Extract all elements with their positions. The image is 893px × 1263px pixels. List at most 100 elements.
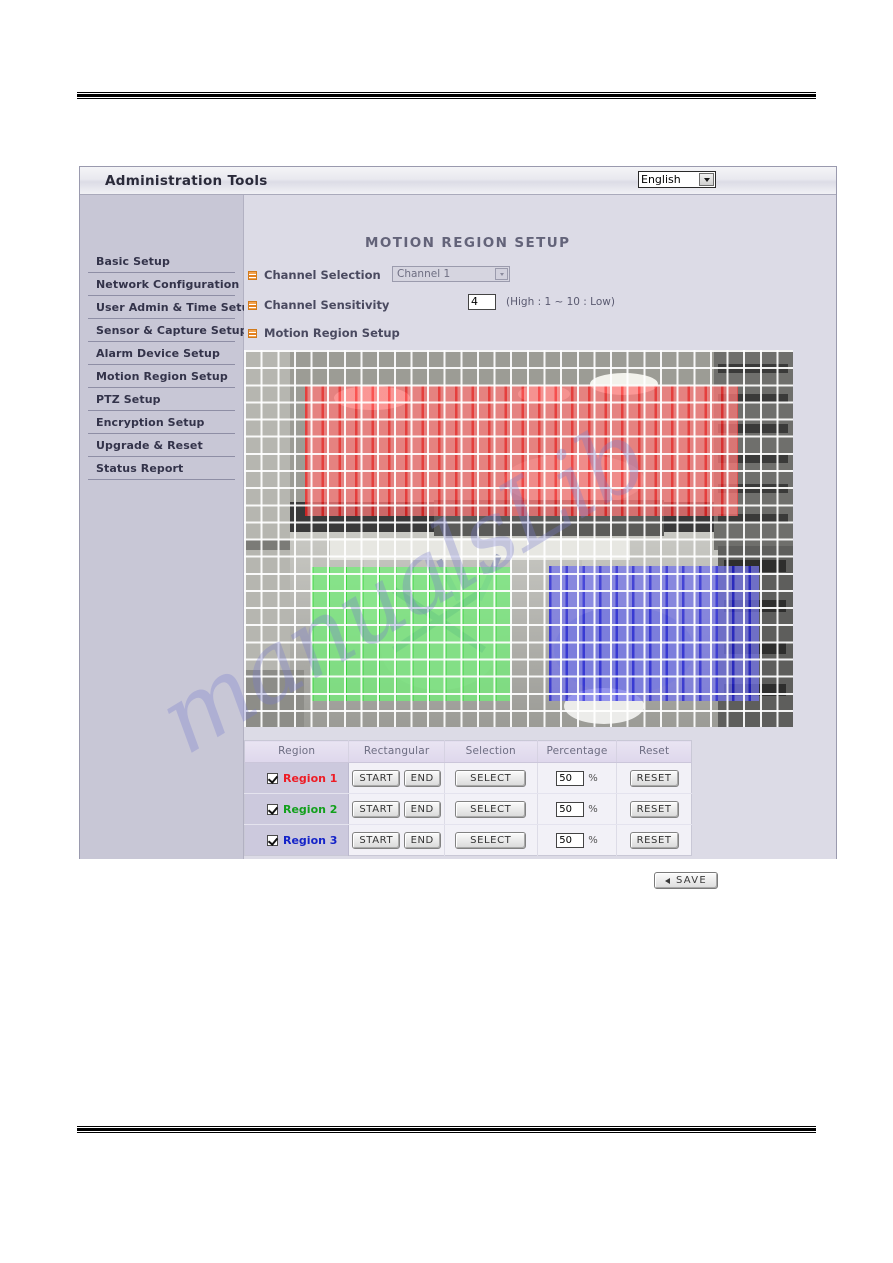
- region-enable-checkbox[interactable]: [267, 803, 278, 815]
- end-button[interactable]: END: [403, 800, 441, 818]
- selection-cell: SELECT: [444, 793, 538, 825]
- field-label: Channel Sensitivity: [264, 298, 390, 312]
- channel-select[interactable]: Channel 1: [392, 266, 510, 282]
- percentage-input[interactable]: 50: [556, 801, 585, 817]
- chevron-down-icon[interactable]: [699, 173, 714, 186]
- end-button[interactable]: END: [403, 769, 441, 787]
- select-button[interactable]: SELECT: [455, 769, 527, 787]
- column-header-rectangular: Rectangular: [348, 740, 445, 763]
- arrow-left-icon: [664, 877, 670, 884]
- field-label: Channel Selection: [264, 268, 381, 282]
- table-header-row: Region Rectangular Selection Percentage …: [244, 740, 692, 763]
- reset-button[interactable]: RESET: [629, 831, 679, 849]
- sidebar-item-upgrade-reset[interactable]: Upgrade & Reset: [88, 434, 235, 457]
- chevron-down-icon[interactable]: [495, 268, 508, 280]
- sidebar: Basic Setup Network Configuration User A…: [80, 195, 257, 859]
- sidebar-item-label: PTZ Setup: [96, 393, 161, 406]
- sidebar-item-label: Basic Setup: [96, 255, 170, 268]
- sidebar-item-label: Motion Region Setup: [96, 370, 228, 383]
- sidebar-item-ptz-setup[interactable]: PTZ Setup: [88, 388, 235, 411]
- sidebar-item-basic-setup[interactable]: Basic Setup: [88, 250, 235, 273]
- column-header-selection: Selection: [444, 740, 538, 763]
- column-header-percentage: Percentage: [537, 740, 618, 763]
- selection-cell: SELECT: [444, 762, 538, 794]
- field-motion-region-setup: Motion Region Setup: [248, 326, 400, 340]
- region-enable-checkbox[interactable]: [267, 772, 278, 784]
- page-title: MOTION REGION SETUP: [365, 235, 571, 251]
- sidebar-item-label: Alarm Device Setup: [96, 347, 220, 360]
- sensitivity-input[interactable]: 4: [468, 294, 496, 310]
- table-row: Region 3 START END SELECT 50% RESET: [244, 824, 692, 856]
- reset-cell: RESET: [616, 824, 692, 856]
- administration-tools-window: Administration Tools English Basic Setup…: [79, 166, 837, 889]
- sidebar-item-label: Encryption Setup: [96, 416, 205, 429]
- sidebar-item-label: Network Configuration: [96, 278, 240, 291]
- percentage-input[interactable]: 50: [556, 770, 585, 786]
- percent-sign: %: [588, 772, 598, 784]
- region-label: Region 2: [283, 802, 338, 816]
- sidebar-item-encryption-setup[interactable]: Encryption Setup: [88, 411, 235, 434]
- region-table: Region Rectangular Selection Percentage …: [244, 740, 692, 856]
- channel-select-value: Channel 1: [397, 268, 451, 280]
- region-label: Region 1: [283, 771, 338, 785]
- rectangular-cell: START END: [348, 793, 445, 825]
- percentage-cell: 50%: [537, 824, 618, 856]
- field-label: Motion Region Setup: [264, 326, 400, 340]
- rectangular-cell: START END: [348, 762, 445, 794]
- region-cell: Region 1: [244, 762, 350, 794]
- percentage-cell: 50%: [537, 793, 618, 825]
- sidebar-item-label: Upgrade & Reset: [96, 439, 203, 452]
- sidebar-item-label: Status Report: [96, 462, 184, 475]
- percentage-cell: 50%: [537, 762, 618, 794]
- start-button[interactable]: START: [352, 769, 401, 787]
- bullet-icon: [248, 328, 257, 338]
- region-enable-checkbox[interactable]: [267, 834, 278, 846]
- sidebar-item-alarm-device-setup[interactable]: Alarm Device Setup: [88, 342, 235, 365]
- reset-cell: RESET: [616, 762, 692, 794]
- field-channel-sensitivity: Channel Sensitivity: [248, 298, 389, 312]
- start-button[interactable]: START: [352, 831, 401, 849]
- table-row: Region 1 START END SELECT 50% RESET: [244, 762, 692, 794]
- region-label: Region 3: [283, 833, 338, 847]
- bullet-icon: [248, 300, 257, 310]
- percent-sign: %: [588, 803, 598, 815]
- end-button[interactable]: END: [403, 831, 441, 849]
- sidebar-item-label: User Admin & Time Setup: [96, 301, 258, 314]
- app-title: Administration Tools: [105, 173, 268, 189]
- bullet-icon: [248, 270, 257, 280]
- region-cell: Region 3: [244, 824, 350, 856]
- grid-overlay[interactable]: [244, 350, 793, 727]
- motion-region-grid[interactable]: [244, 350, 793, 727]
- reset-button[interactable]: RESET: [629, 800, 679, 818]
- sidebar-item-status-report[interactable]: Status Report: [88, 457, 235, 480]
- region-cell: Region 2: [244, 793, 350, 825]
- save-button-label: SAVE: [675, 875, 708, 886]
- language-select[interactable]: English: [638, 171, 716, 188]
- page-bottom-rule: [77, 1126, 816, 1133]
- sidebar-item-user-admin-time-setup[interactable]: User Admin & Time Setup: [88, 296, 257, 319]
- selection-cell: SELECT: [444, 824, 538, 856]
- sensitivity-hint: (High : 1 ~ 10 : Low): [506, 296, 615, 308]
- table-row: Region 2 START END SELECT 50% RESET: [244, 793, 692, 825]
- window-body: Basic Setup Network Configuration User A…: [80, 195, 836, 889]
- save-button[interactable]: SAVE: [654, 872, 718, 889]
- percentage-input[interactable]: 50: [556, 832, 585, 848]
- column-header-region: Region: [244, 740, 350, 763]
- select-button[interactable]: SELECT: [455, 800, 527, 818]
- reset-button[interactable]: RESET: [629, 769, 679, 787]
- sidebar-item-motion-region-setup[interactable]: Motion Region Setup: [88, 365, 235, 388]
- content-pane: MOTION REGION SETUP Channel Selection Ch…: [244, 195, 836, 889]
- field-channel-selection: Channel Selection: [248, 268, 381, 282]
- select-button[interactable]: SELECT: [455, 831, 527, 849]
- column-header-reset: Reset: [616, 740, 692, 763]
- window-title-bar: Administration Tools English: [80, 167, 836, 195]
- sidebar-item-sensor-capture-setup[interactable]: Sensor & Capture Setup: [88, 319, 248, 342]
- start-button[interactable]: START: [352, 800, 401, 818]
- sidebar-item-network-configuration[interactable]: Network Configuration: [88, 273, 239, 296]
- reset-cell: RESET: [616, 793, 692, 825]
- language-select-value: English: [641, 173, 681, 186]
- page-top-rule: [77, 92, 816, 99]
- percent-sign: %: [588, 834, 598, 846]
- rectangular-cell: START END: [348, 824, 445, 856]
- sidebar-item-label: Sensor & Capture Setup: [96, 324, 248, 337]
